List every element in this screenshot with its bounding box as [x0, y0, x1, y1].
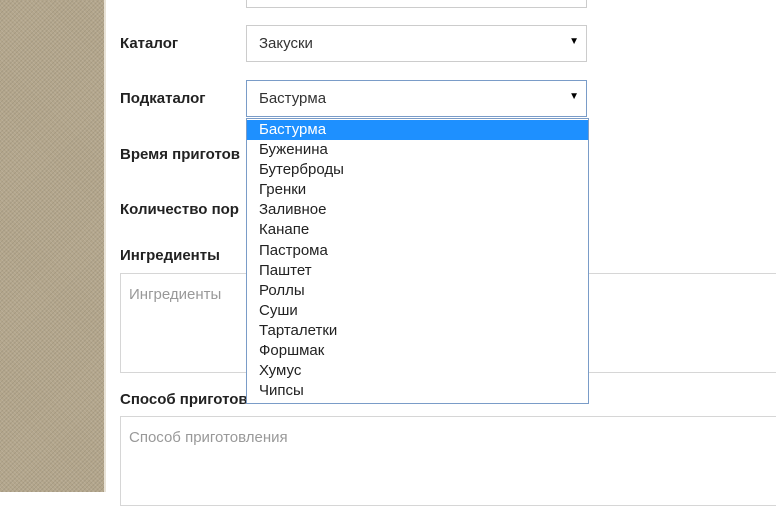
ingredients-label: Ингредиенты	[120, 247, 220, 264]
side-texture-panel	[0, 0, 104, 492]
subcatalog-dropdown-list: Бастурма Буженина Бутерброды Гренки Зали…	[246, 118, 589, 404]
dropdown-option[interactable]: Паштет	[247, 261, 588, 281]
catalog-select-value: Закуски	[259, 35, 313, 52]
chevron-down-icon: ▼	[569, 91, 579, 102]
ingredients-placeholder: Ингредиенты	[129, 286, 222, 303]
dropdown-option[interactable]: Заливное	[247, 200, 588, 220]
dropdown-option[interactable]: Буженина	[247, 140, 588, 160]
portions-label: Количество пор	[120, 201, 239, 218]
dropdown-option[interactable]: Бастурма	[247, 120, 588, 141]
dropdown-option[interactable]: Пастрома	[247, 241, 588, 261]
subcatalog-label: Подкаталог	[120, 90, 206, 107]
dropdown-option[interactable]: Суши	[247, 301, 588, 321]
subcatalog-select[interactable]: Бастурма ▼	[246, 80, 587, 117]
cooking-time-label: Время приготов	[120, 146, 240, 163]
dropdown-option[interactable]: Чипсы	[247, 381, 588, 401]
chevron-down-icon: ▼	[569, 36, 579, 47]
method-placeholder: Способ приготовления	[129, 429, 288, 446]
catalog-select[interactable]: Закуски ▼	[246, 25, 587, 62]
subcatalog-select-value: Бастурма	[259, 90, 327, 107]
dropdown-option[interactable]: Гренки	[247, 180, 588, 200]
dropdown-option[interactable]: Бутерброды	[247, 160, 588, 180]
dropdown-option[interactable]: Роллы	[247, 281, 588, 301]
dropdown-option[interactable]: Форшмак	[247, 341, 588, 361]
dropdown-option[interactable]: Канапе	[247, 220, 588, 240]
method-textarea[interactable]: Способ приготовления	[120, 416, 776, 506]
dropdown-option[interactable]: Хумус	[247, 361, 588, 381]
dropdown-option[interactable]: Тарталетки	[247, 321, 588, 341]
catalog-label: Каталог	[120, 35, 179, 52]
previous-field-input[interactable]	[246, 0, 587, 8]
recipe-form: Каталог Закуски ▼ Подкаталог Бастурма ▼ …	[106, 0, 776, 506]
